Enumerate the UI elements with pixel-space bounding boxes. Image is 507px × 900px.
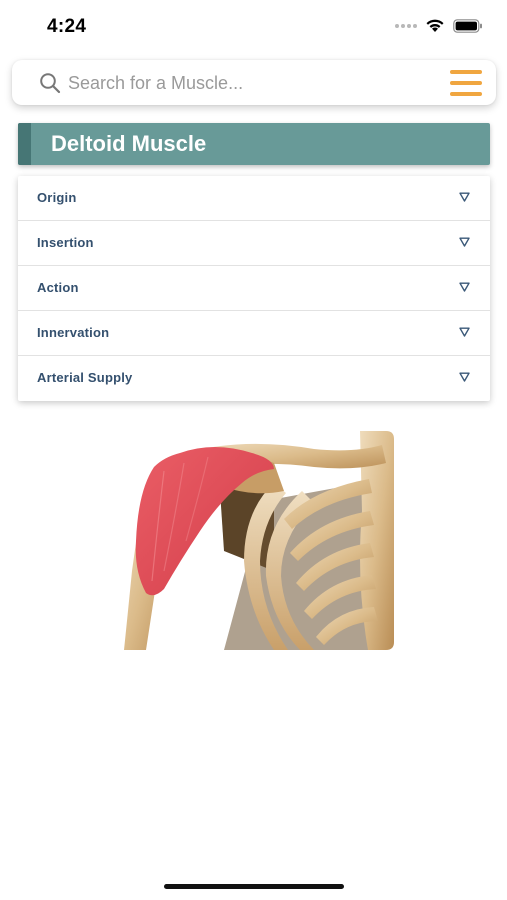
chevron-down-icon xyxy=(459,282,470,292)
chevron-down-icon xyxy=(459,327,470,337)
status-icons xyxy=(395,18,483,33)
section-label: Innervation xyxy=(37,325,110,340)
section-label: Arterial Supply xyxy=(37,370,133,385)
section-innervation[interactable]: Innervation xyxy=(18,311,490,356)
deltoid-anatomy-illustration xyxy=(124,431,394,650)
cellular-signal-icon xyxy=(395,23,417,28)
muscle-title-banner: Deltoid Muscle xyxy=(18,123,490,165)
section-action[interactable]: Action xyxy=(18,266,490,311)
wifi-icon xyxy=(426,19,444,32)
chevron-down-icon xyxy=(459,372,470,382)
chevron-down-icon xyxy=(459,192,470,202)
search-bar xyxy=(12,60,496,105)
section-label: Action xyxy=(37,280,79,295)
battery-icon xyxy=(453,18,482,33)
section-label: Insertion xyxy=(37,235,94,250)
section-arterial-supply[interactable]: Arterial Supply xyxy=(18,356,490,401)
search-input[interactable] xyxy=(66,68,438,98)
page-title: Deltoid Muscle xyxy=(51,131,207,156)
title-accent-bar xyxy=(18,123,31,165)
section-insertion[interactable]: Insertion xyxy=(18,221,490,266)
section-origin[interactable]: Origin xyxy=(18,176,490,221)
status-time: 4:24 xyxy=(47,16,87,37)
home-indicator[interactable] xyxy=(164,884,344,889)
section-label: Origin xyxy=(37,190,77,205)
muscle-info-accordion: Origin Insertion Action Innervation Arte… xyxy=(18,176,490,401)
muscle-detail-screen: 4:24 Search for a Muscle... Deltoid Musc… xyxy=(0,0,507,900)
chevron-down-icon xyxy=(459,237,470,247)
status-bar: 4:24 xyxy=(0,0,507,54)
search-icon xyxy=(40,73,61,94)
hamburger-menu-icon[interactable] xyxy=(448,69,484,97)
